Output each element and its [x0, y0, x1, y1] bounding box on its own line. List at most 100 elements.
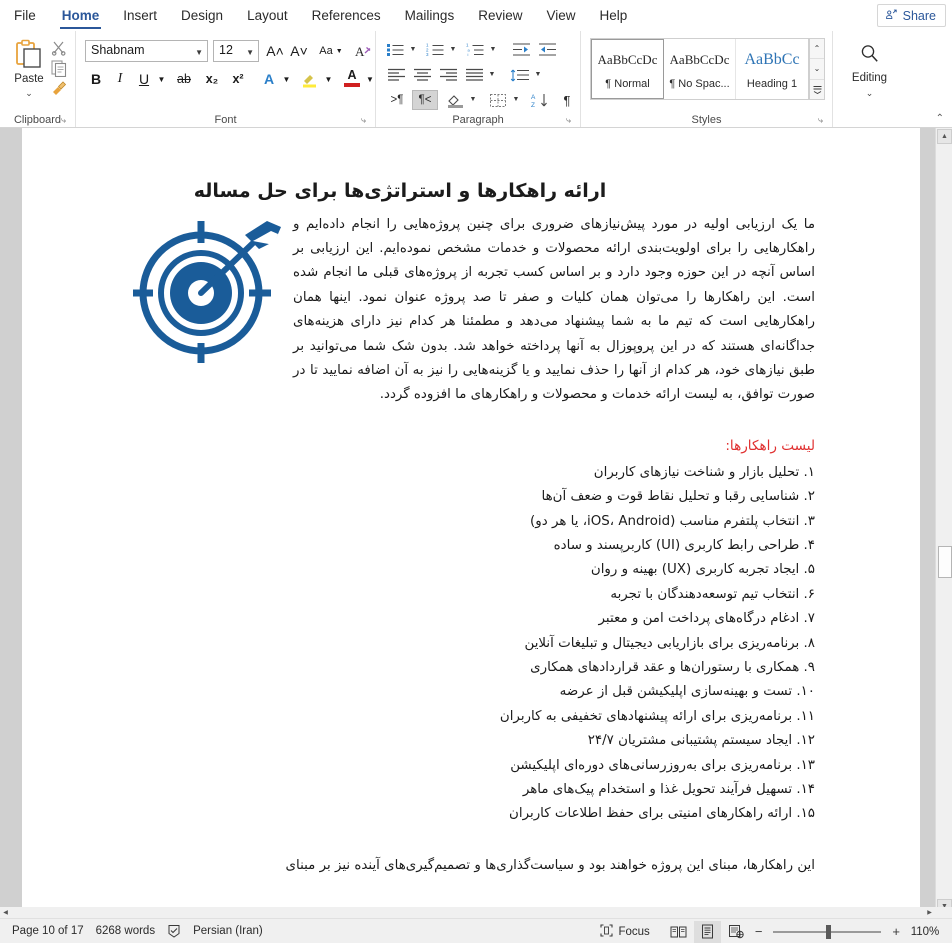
scroll-up-icon[interactable]: ▲ — [937, 129, 952, 144]
horizontal-scrollbar[interactable]: ◀ ▶ — [0, 907, 952, 918]
align-right-icon[interactable] — [436, 65, 460, 85]
font-size-combo[interactable]: 12 ▼ — [213, 40, 259, 62]
styles-scroll-down-button[interactable]: ⌄ — [810, 59, 824, 80]
zoom-thumb[interactable] — [826, 925, 832, 939]
superscript-button[interactable]: x² — [226, 69, 250, 89]
numbering-caret[interactable]: ▼ — [447, 42, 459, 57]
bullet-list-icon[interactable] — [384, 40, 406, 59]
change-case-button[interactable]: Aa ▼ — [316, 41, 346, 61]
shrink-font-button[interactable]: A˅ — [288, 41, 310, 61]
word-count[interactable]: 6268 words — [96, 925, 155, 937]
italic-button[interactable]: I — [109, 69, 131, 89]
format-painter-icon[interactable] — [50, 79, 70, 99]
proofing-check-icon[interactable] — [167, 924, 181, 938]
magnifier-icon[interactable] — [854, 39, 886, 69]
tab-help[interactable]: Help — [588, 0, 640, 31]
tab-mailings[interactable]: Mailings — [393, 0, 467, 31]
tab-file[interactable]: File — [0, 0, 50, 31]
strikethrough-button[interactable]: ab — [172, 69, 196, 89]
line-spacing-icon[interactable] — [508, 65, 532, 85]
font-name-combo[interactable]: Shabnam ▼ — [85, 40, 208, 62]
style-no-spacing-preview: AaBbCcDc — [669, 51, 730, 67]
print-layout-icon[interactable] — [693, 920, 721, 943]
share-button[interactable]: Share — [876, 4, 946, 27]
shading-icon[interactable] — [443, 90, 467, 110]
multilevel-list-icon[interactable]: 1ai — [464, 40, 486, 59]
style-normal[interactable]: AaBbCcDc ¶ Normal — [591, 39, 664, 99]
list-item: ۸. برنامه‌ریزی برای بازاریابی دیجیتال و … — [524, 635, 816, 651]
style-heading-1[interactable]: AaBbCс Heading 1 — [736, 39, 808, 99]
web-layout-icon[interactable] — [723, 921, 750, 943]
rtl-direction-button[interactable]: ¶< — [412, 90, 438, 110]
highlight-caret[interactable]: ▼ — [322, 71, 335, 87]
clipboard-dialog-launcher[interactable]: ⤷ — [61, 115, 71, 125]
styles-scroll-up-button[interactable]: ⌃ — [810, 39, 824, 60]
scissors-icon[interactable] — [50, 39, 70, 59]
solutions-list-heading: لیست راهکارها: — [725, 437, 815, 454]
style-heading-1-name: Heading 1 — [746, 77, 798, 90]
highlight-pen-icon[interactable] — [298, 69, 322, 89]
paste-button[interactable] — [13, 38, 45, 70]
vertical-scroll-thumb[interactable] — [938, 546, 952, 578]
ltr-direction-button[interactable]: >¶ — [384, 90, 410, 110]
sort-az-icon[interactable]: AZ — [528, 90, 552, 110]
tab-view[interactable]: View — [534, 0, 587, 31]
decrease-indent-icon[interactable] — [510, 40, 532, 59]
line-spacing-caret[interactable]: ▼ — [532, 67, 544, 82]
scroll-left-icon[interactable]: ◀ — [0, 907, 11, 918]
shading-caret[interactable]: ▼ — [467, 92, 479, 107]
text-effects-caret[interactable]: ▼ — [280, 71, 293, 87]
zoom-in-button[interactable]: + — [888, 924, 904, 939]
multilevel-caret[interactable]: ▼ — [487, 42, 499, 57]
justify-caret[interactable]: ▼ — [486, 67, 498, 82]
tab-layout[interactable]: Layout — [235, 0, 300, 31]
grow-font-button[interactable]: A˄ — [264, 41, 286, 61]
bold-button[interactable]: B — [85, 69, 107, 89]
font-color-label: A — [347, 68, 357, 83]
style-no-spacing[interactable]: AaBbCcDc ¶ No Spac... — [664, 39, 736, 99]
scroll-right-icon[interactable]: ▶ — [924, 907, 935, 918]
styles-more-button[interactable] — [810, 80, 824, 99]
tab-references[interactable]: References — [300, 0, 393, 31]
font-color-caret[interactable]: ▼ — [364, 71, 376, 87]
tab-review[interactable]: Review — [466, 0, 534, 31]
editing-caret[interactable]: ⌄ — [833, 88, 906, 99]
underline-dropdown-caret[interactable]: ▼ — [155, 71, 168, 87]
ribbon-group-font: Shabnam ▼ 12 ▼ A˄ A˅ Aa ▼ A B I U ▼ ab x₂… — [76, 31, 376, 127]
paragraph-dialog-launcher[interactable]: ⤷ — [566, 115, 576, 125]
document-canvas[interactable]: ارائه راهکارها و استراتژی‌ها برای حل مسا… — [0, 128, 952, 915]
page-indicator[interactable]: Page 10 of 17 — [12, 925, 84, 937]
borders-icon[interactable] — [486, 90, 510, 110]
bullet-caret[interactable]: ▼ — [407, 42, 419, 57]
ribbon-collapse-button[interactable]: ⌃ — [936, 113, 944, 124]
tab-design[interactable]: Design — [169, 0, 235, 31]
show-formatting-marks-button[interactable]: ¶ — [556, 90, 578, 110]
increase-indent-icon[interactable] — [536, 40, 558, 59]
zoom-level-label[interactable]: 110% — [904, 926, 946, 938]
language-indicator[interactable]: Persian (Iran) — [193, 925, 263, 937]
clear-formatting-icon[interactable]: A — [352, 41, 374, 61]
font-dialog-launcher[interactable]: ⤷ — [361, 115, 371, 125]
tab-home[interactable]: Home — [50, 0, 112, 31]
copy-icon[interactable] — [50, 59, 70, 79]
read-mode-icon[interactable] — [665, 921, 692, 943]
numbered-list-icon[interactable]: 123 — [424, 40, 446, 59]
subscript-button[interactable]: x₂ — [200, 69, 224, 89]
closing-paragraph: این راهکارها، مبنای این پروژه خواهند بود… — [285, 857, 815, 873]
borders-caret[interactable]: ▼ — [510, 92, 522, 107]
focus-button[interactable]: Focus — [600, 923, 650, 940]
justify-icon[interactable] — [462, 65, 486, 85]
align-left-icon[interactable] — [384, 65, 408, 85]
font-color-button[interactable]: A — [340, 67, 364, 89]
paste-dropdown-caret[interactable]: ⌄ — [5, 88, 53, 99]
svg-text:i: i — [467, 52, 468, 57]
vertical-scrollbar[interactable]: ▲ ▼ — [935, 128, 952, 915]
text-effects-button[interactable]: A — [258, 69, 280, 89]
tab-insert[interactable]: Insert — [111, 0, 169, 31]
zoom-out-button[interactable]: − — [751, 924, 767, 939]
ribbon-group-editing: Editing ⌄ — [833, 31, 906, 127]
underline-button[interactable]: U — [133, 69, 155, 89]
zoom-slider[interactable] — [773, 919, 882, 943]
styles-dialog-launcher[interactable]: ⤷ — [818, 115, 828, 125]
align-center-icon[interactable] — [410, 65, 434, 85]
